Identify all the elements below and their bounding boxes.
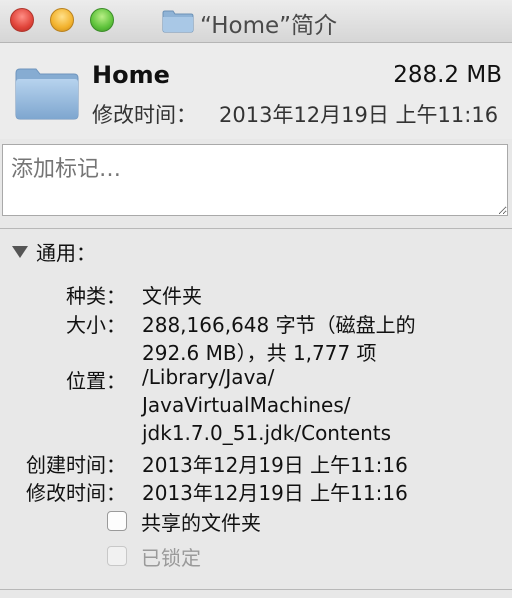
kind-label: 种类： [66,284,126,308]
file-name: Home [92,61,170,89]
minimize-button[interactable] [50,8,74,32]
locked-checkbox [107,546,127,566]
where-value-line2[interactable]: JavaVirtualMachines/ [142,393,350,417]
modified-label: 修改时间： [26,481,126,505]
created-label: 创建时间： [26,453,126,477]
header-modified: 修改时间： 2013年12月19日 上午11:16 [92,99,498,129]
folder-icon [15,68,79,120]
info-header: Home 288.2 MB 修改时间： 2013年12月19日 上午11:16 [0,43,512,139]
size-row: 大小： 288,166,648 字节（磁盘上的 292.6 MB），共 1,77… [0,309,512,365]
tags-field[interactable] [2,144,508,216]
where-value-line1[interactable]: /Library/Java/ [142,365,274,389]
kind-row: 种类： 文件夹 [0,280,512,308]
size-label: 大小： [66,313,126,337]
where-row: 位置： /Library/Java/ JavaVirtualMachines/ … [0,365,512,449]
created-row: 创建时间： 2013年12月19日 上午11:16 [0,449,512,477]
general-section-toggle[interactable]: 通用： [12,237,96,266]
where-label: 位置： [66,369,126,393]
size-value-line1: 288,166,648 字节（磁盘上的 [142,313,416,337]
locked-label: 已锁定 [141,546,201,570]
folder-icon [162,10,194,33]
modified-value: 2013年12月19日 上午11:16 [142,481,408,505]
modified-row: 修改时间： 2013年12月19日 上午11:16 [0,477,512,505]
divider [0,589,512,590]
zoom-button[interactable] [90,8,114,32]
shared-folder-label[interactable]: 共享的文件夹 [141,507,261,536]
header-modified-label: 修改时间： [92,103,197,127]
size-value-line2: 292.6 MB），共 1,777 项 [142,341,377,365]
shared-folder-checkbox[interactable] [107,511,127,531]
close-button[interactable] [10,8,34,32]
general-section-title: 通用： [36,241,96,265]
file-size: 288.2 MB [393,62,502,88]
title-bar: “Home”简介 [0,0,512,43]
created-value: 2013年12月19日 上午11:16 [142,453,408,477]
kind-value: 文件夹 [142,284,202,308]
window-title: “Home”简介 [200,13,338,39]
where-value-line3[interactable]: jdk1.7.0_51.jdk/Contents [142,421,391,445]
divider [0,228,512,229]
header-modified-value: 2013年12月19日 上午11:16 [219,103,499,127]
disclosure-triangle-icon [12,246,28,258]
